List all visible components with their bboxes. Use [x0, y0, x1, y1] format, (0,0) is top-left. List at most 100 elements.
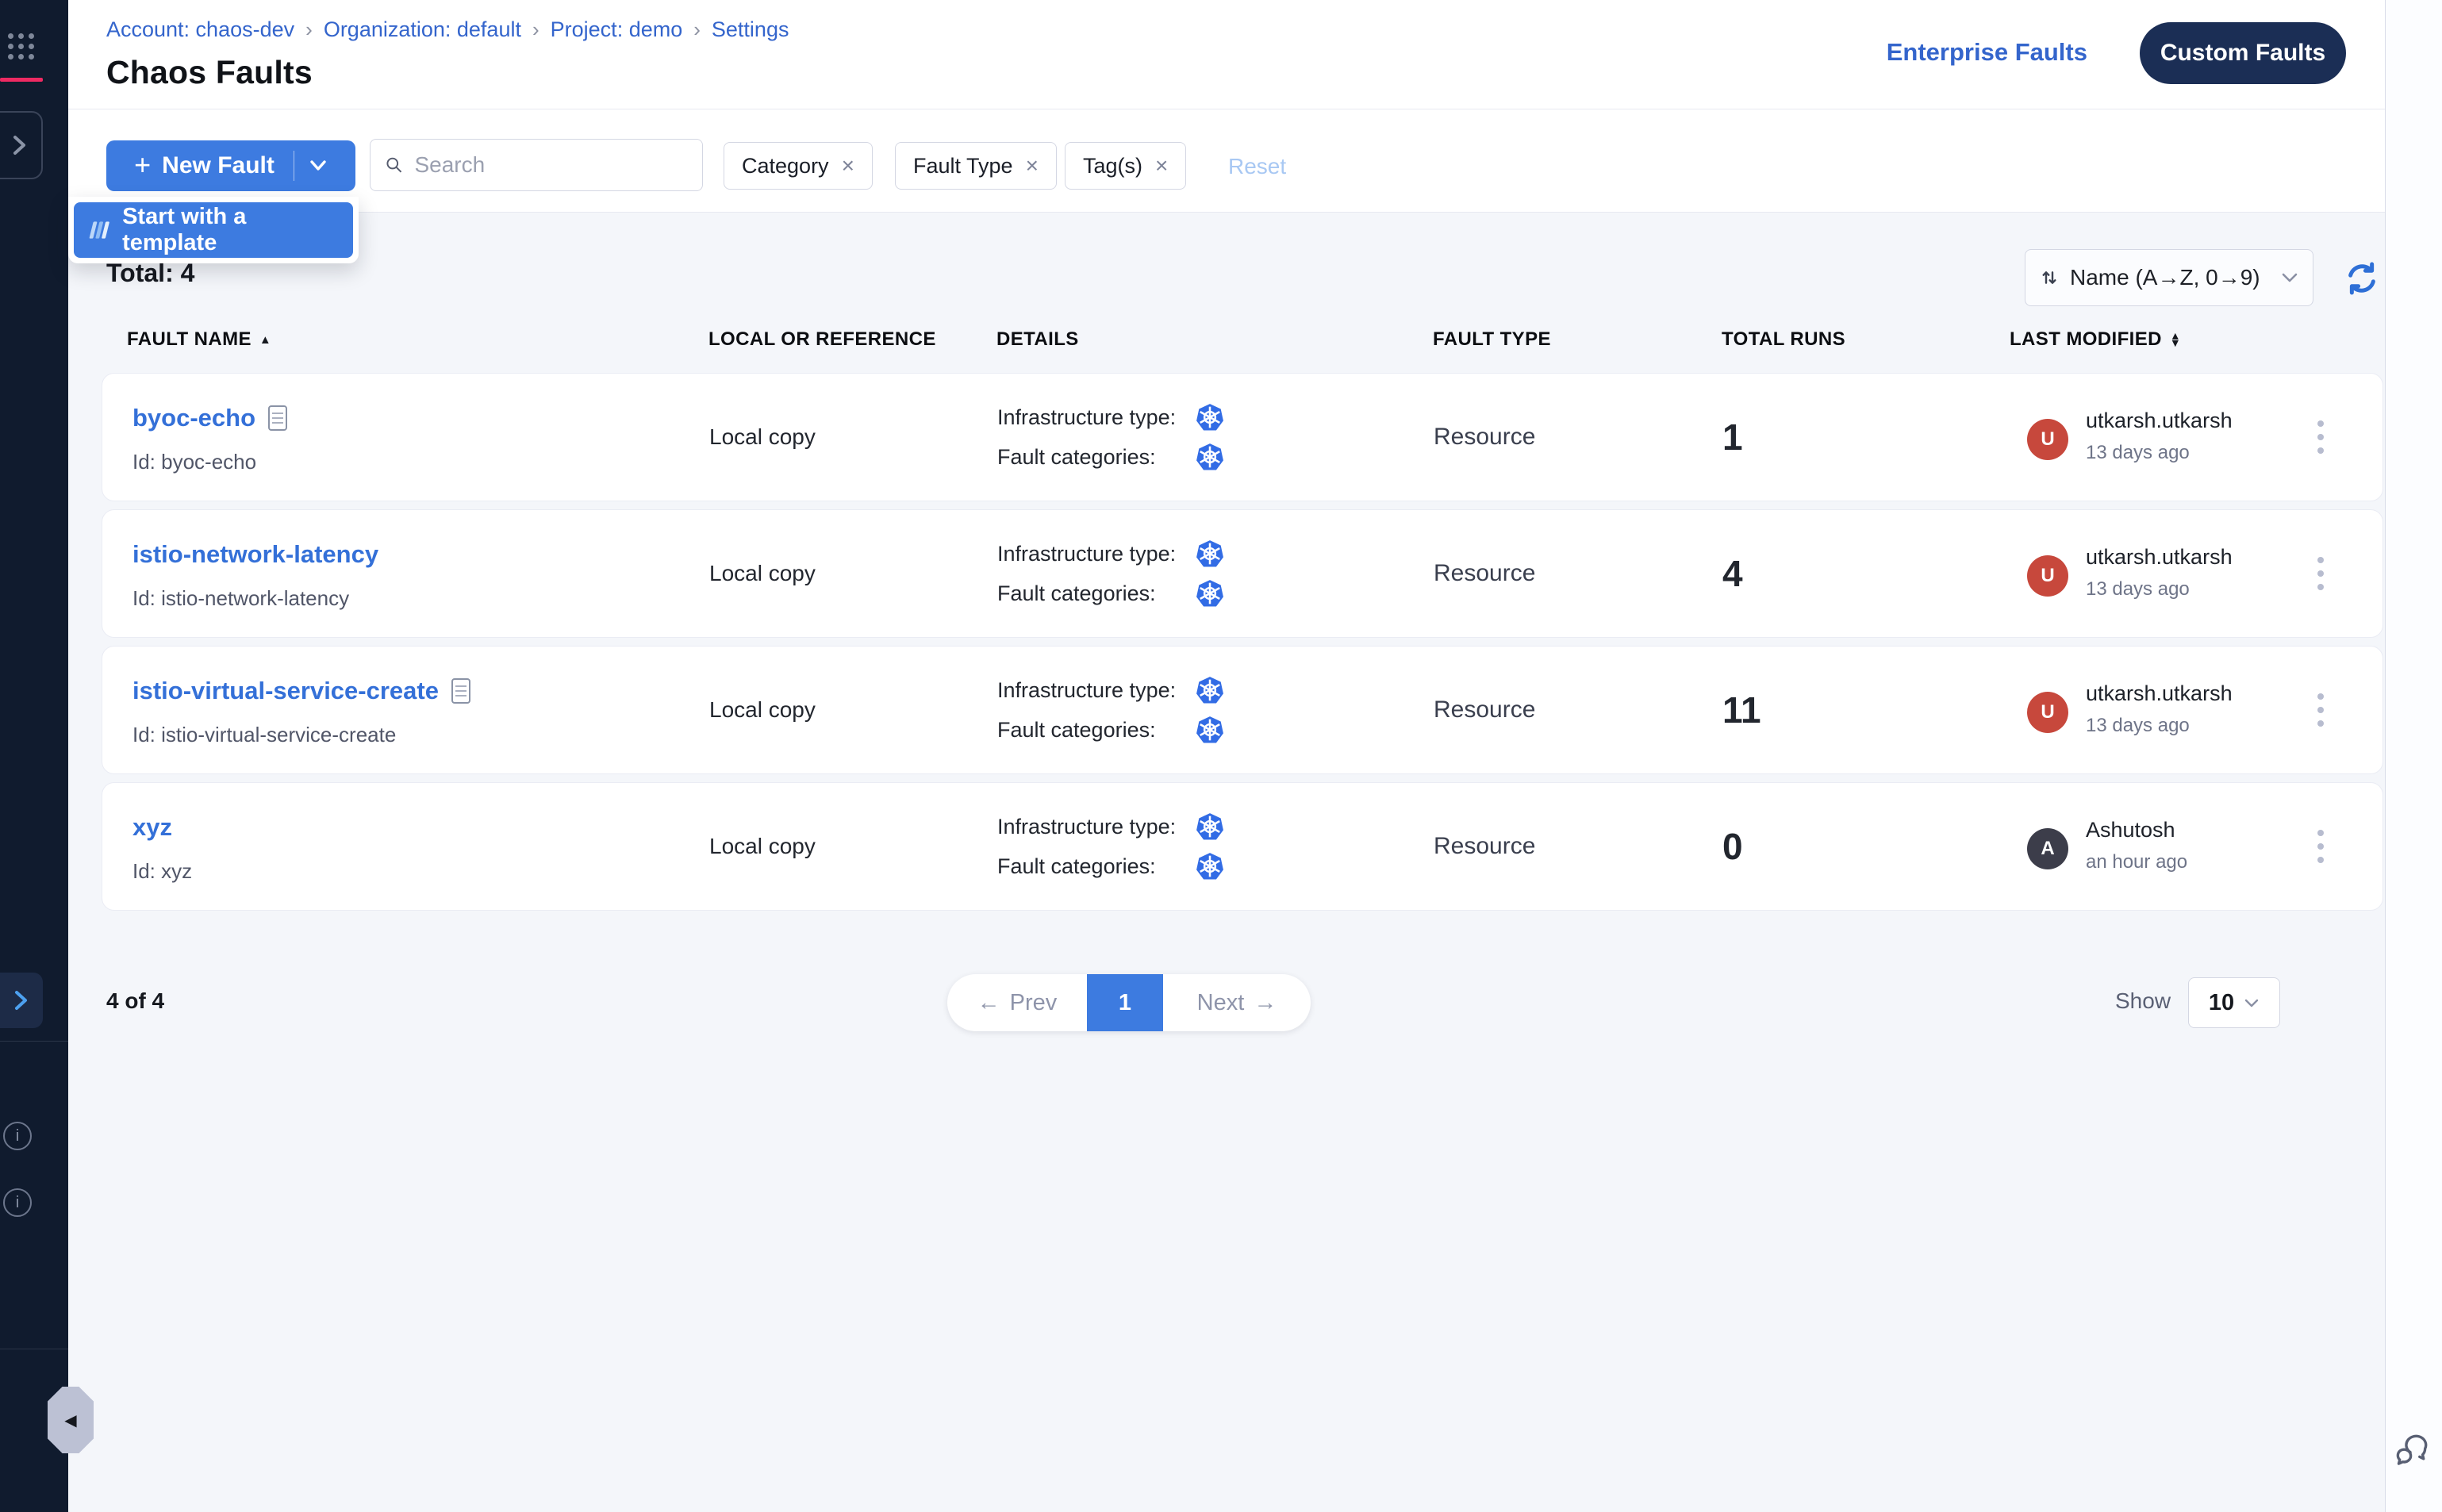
total-runs-cell: 11 [1722, 689, 1761, 731]
table-row: istio-virtual-service-create Id: istio-v… [102, 646, 2383, 774]
kubernetes-icon [1196, 539, 1224, 568]
chevron-down-icon [2281, 272, 2298, 283]
filter-chip-label: Fault Type [913, 154, 1013, 178]
kubernetes-icon [1196, 403, 1224, 432]
fault-name-link[interactable]: xyz [132, 813, 172, 842]
column-header-last-modified[interactable]: LAST MODIFIED ▲▼ [2010, 328, 2181, 351]
fault-name-link[interactable]: byoc-echo [132, 404, 255, 432]
filter-chip-fault-type[interactable]: Fault Type × [895, 142, 1057, 190]
infrastructure-type-label: Infrastructure type: [997, 405, 1196, 430]
left-nav-rail: i i [0, 0, 68, 1512]
fault-id: Id: istio-virtual-service-create [132, 723, 396, 747]
kubernetes-icon [1196, 852, 1224, 881]
plus-icon: + [134, 151, 151, 179]
breadcrumb-organization[interactable]: Organization: default [324, 17, 521, 42]
filter-chip-label: Category [742, 154, 829, 178]
fault-id: Id: istio-network-latency [132, 586, 349, 611]
help-icon[interactable]: i [3, 1188, 32, 1217]
total-runs-cell: 4 [1722, 552, 1743, 595]
breadcrumb-account[interactable]: Account: chaos-dev [106, 17, 294, 42]
next-label: Next [1197, 990, 1245, 1016]
column-label: FAULT TYPE [1433, 328, 1551, 351]
chevron-down-icon[interactable] [309, 159, 328, 172]
fault-type-cell: Resource [1434, 424, 1535, 451]
per-page-select[interactable]: 10 [2188, 977, 2280, 1028]
info-icon[interactable]: i [3, 1122, 32, 1150]
row-options-menu[interactable] [2317, 557, 2324, 590]
details-cell: Infrastructure type: Fault categories: [997, 676, 1224, 744]
column-label: LAST MODIFIED [2010, 328, 2162, 351]
fault-type-cell: Resource [1434, 697, 1535, 723]
total-runs-cell: 0 [1722, 825, 1743, 868]
column-header-details: DETAILS [996, 328, 1079, 351]
template-icon [86, 218, 109, 242]
pagination-summary: 4 of 4 [106, 988, 164, 1014]
refresh-button[interactable] [2344, 260, 2380, 297]
sort-asc-icon: ▲ [259, 333, 271, 347]
modified-time: 13 days ago [2086, 442, 2190, 464]
prev-page-button[interactable]: ← Prev [947, 974, 1087, 1031]
toolbar: + New Fault Category × Fault Type × Tag(… [68, 109, 2385, 213]
breadcrumb-settings[interactable]: Settings [712, 17, 789, 42]
right-edge-panel [2385, 0, 2442, 1512]
modified-by: utkarsh.utkarsh [2086, 545, 2233, 570]
arrow-left-icon: ← [977, 990, 1000, 1016]
apps-grid-icon[interactable] [8, 33, 35, 59]
column-header-total-runs: TOTAL RUNS [1722, 328, 1845, 351]
current-page-button[interactable]: 1 [1087, 974, 1163, 1031]
row-options-menu[interactable] [2317, 830, 2324, 863]
kubernetes-icon [1196, 716, 1224, 744]
column-label: DETAILS [996, 328, 1079, 351]
fault-name-link[interactable]: istio-network-latency [132, 540, 378, 569]
kubernetes-icon [1196, 676, 1224, 704]
total-runs-cell: 1 [1722, 416, 1743, 459]
expand-sidenav-button[interactable] [0, 111, 43, 179]
close-icon[interactable]: × [842, 153, 854, 178]
modified-by: utkarsh.utkarsh [2086, 409, 2233, 433]
avatar: A [2027, 828, 2068, 869]
fault-name-link[interactable]: istio-virtual-service-create [132, 677, 439, 705]
enterprise-faults-link[interactable]: Enterprise Faults [1887, 38, 2087, 67]
support-chat-icon[interactable] [2392, 1429, 2435, 1472]
column-label: TOTAL RUNS [1722, 328, 1845, 351]
column-header-fault-name[interactable]: FAULT NAME ▲ [127, 328, 271, 351]
filter-chip-tags[interactable]: Tag(s) × [1065, 142, 1186, 190]
filter-chip-category[interactable]: Category × [724, 142, 873, 190]
fault-id: Id: byoc-echo [132, 450, 256, 474]
search-input[interactable] [414, 152, 688, 178]
avatar: U [2027, 692, 2068, 733]
rail-divider [0, 1041, 68, 1042]
breadcrumb-project[interactable]: Project: demo [551, 17, 683, 42]
kubernetes-icon [1196, 443, 1224, 471]
modified-time: an hour ago [2086, 851, 2187, 873]
menu-item-start-with-template[interactable]: Start with a template [74, 202, 353, 258]
document-icon[interactable] [451, 678, 470, 704]
row-options-menu[interactable] [2317, 420, 2324, 454]
expand-panel-button[interactable] [0, 973, 43, 1028]
row-options-menu[interactable] [2317, 693, 2324, 727]
show-label: Show [2115, 988, 2171, 1014]
table-row: xyz Id: xyz Local copy Infrastructure ty… [102, 782, 2383, 911]
new-fault-label: New Fault [162, 152, 275, 179]
local-or-reference-cell: Local copy [709, 424, 816, 450]
details-cell: Infrastructure type: Fault categories: [997, 812, 1224, 881]
chevron-right-icon [11, 132, 29, 158]
pagination: ← Prev 1 Next → [947, 974, 1311, 1031]
avatar: U [2027, 555, 2068, 597]
document-icon[interactable] [268, 405, 287, 431]
infrastructure-type-label: Infrastructure type: [997, 815, 1196, 839]
close-icon[interactable]: × [1026, 153, 1039, 178]
details-cell: Infrastructure type: Fault categories: [997, 403, 1224, 471]
sort-arrows-icon [2040, 268, 2059, 287]
reset-filters-link[interactable]: Reset [1228, 154, 1286, 179]
sidebar-collapse-handle[interactable]: ◀ [48, 1387, 94, 1453]
modified-time: 13 days ago [2086, 578, 2190, 601]
new-fault-button[interactable]: + New Fault [106, 140, 355, 191]
triangle-left-icon: ◀ [64, 1410, 76, 1430]
next-page-button[interactable]: Next → [1163, 974, 1311, 1031]
custom-faults-button[interactable]: Custom Faults [2140, 22, 2346, 84]
local-or-reference-cell: Local copy [709, 834, 816, 859]
close-icon[interactable]: × [1155, 153, 1168, 178]
modified-time: 13 days ago [2086, 715, 2190, 737]
sort-select[interactable]: Name (A→Z, 0→9) [2025, 249, 2313, 306]
